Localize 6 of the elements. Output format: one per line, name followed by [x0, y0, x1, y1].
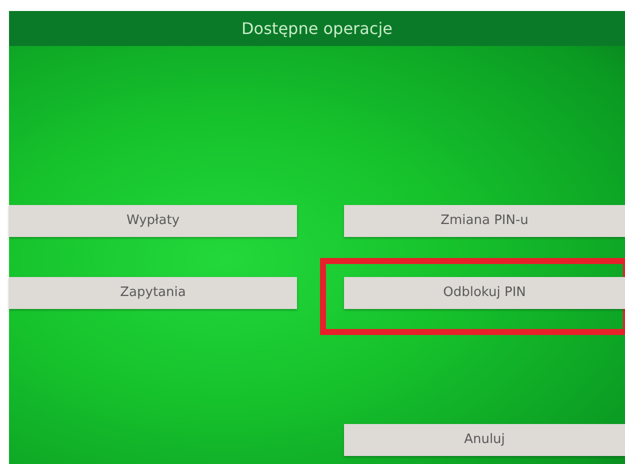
menu-button[interactable]: Anuluj: [344, 424, 625, 456]
screen-title: Dostępne operacje: [241, 18, 393, 40]
menu-button[interactable]: Zmiana PIN-u: [344, 205, 625, 237]
menu-button[interactable]: Wypłaty: [9, 205, 297, 237]
menu-button[interactable]: Zapytania: [9, 277, 297, 309]
menu-button[interactable]: Odblokuj PIN: [344, 277, 625, 309]
